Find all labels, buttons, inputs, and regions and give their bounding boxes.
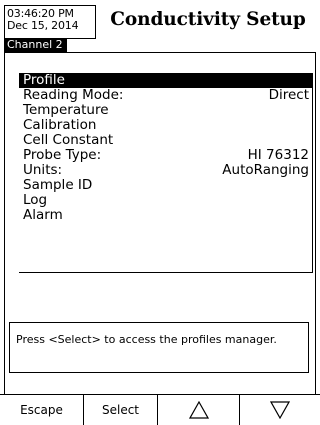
select-button[interactable]: Select: [84, 395, 158, 425]
menu-item-label: Probe Type:: [23, 147, 102, 163]
triangle-up-icon: [188, 401, 209, 419]
date-text: Dec 15, 2014: [7, 19, 79, 32]
menu-item-label: Alarm: [23, 207, 63, 223]
menu-item-label: Log: [23, 192, 48, 208]
menu-item-label: Reading Mode:: [23, 87, 124, 103]
setup-panel: Profile Reading Mode: Direct Temperature…: [4, 52, 316, 394]
menu-item-label: Sample ID: [23, 177, 93, 193]
escape-button-label: Escape: [20, 403, 63, 417]
escape-button[interactable]: Escape: [0, 395, 84, 425]
menu-list: Profile Reading Mode: Direct Temperature…: [19, 73, 313, 273]
menu-item-label: Units:: [23, 162, 63, 178]
menu-item-label: Temperature: [23, 102, 109, 118]
menu-item-label: Cell Constant: [23, 132, 114, 148]
menu-item-label: Calibration: [23, 117, 97, 133]
menu-item-value: HI 76312: [247, 147, 309, 163]
page-title: Conductivity Setup: [110, 9, 306, 30]
datetime-box: 03:46:20 PM Dec 15, 2014: [4, 5, 96, 39]
menu-item-cell-constant[interactable]: Cell Constant: [19, 133, 312, 148]
select-button-label: Select: [101, 403, 140, 417]
menu-item-temperature[interactable]: Temperature: [19, 103, 312, 118]
channel-label: Channel 2: [4, 38, 67, 52]
menu-item-alarm[interactable]: Alarm: [19, 208, 312, 223]
menu-item-log[interactable]: Log: [19, 193, 312, 208]
softkey-bar: Escape Select: [0, 394, 320, 425]
triangle-down-icon: [270, 401, 290, 419]
menu-item-value: AutoRanging: [222, 162, 309, 178]
help-message-box: Press <Select> to access the profiles ma…: [9, 322, 309, 373]
menu-item-label: Profile: [23, 72, 65, 88]
up-button[interactable]: [158, 395, 240, 425]
down-button[interactable]: [240, 395, 320, 425]
menu-item-probe-type[interactable]: Probe Type: HI 76312: [19, 148, 312, 163]
menu-item-reading-mode[interactable]: Reading Mode: Direct: [19, 88, 312, 103]
menu-item-sample-id[interactable]: Sample ID: [19, 178, 312, 193]
menu-item-calibration[interactable]: Calibration: [19, 118, 312, 133]
menu-item-value: Direct: [268, 87, 309, 103]
help-message: Press <Select> to access the profiles ma…: [16, 333, 277, 346]
device-screen: 03:46:20 PM Dec 15, 2014 Conductivity Se…: [0, 0, 320, 425]
menu-item-units[interactable]: Units: AutoRanging: [19, 163, 312, 178]
menu-item-profile[interactable]: Profile: [19, 73, 312, 88]
